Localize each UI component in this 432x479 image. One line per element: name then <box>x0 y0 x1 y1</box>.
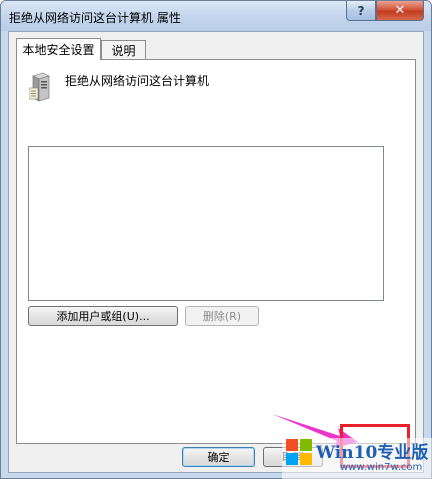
watermark: Win10专业版 www.win7w.com <box>282 438 432 479</box>
tab-label: 说明 <box>111 44 136 58</box>
help-icon: ? <box>357 3 365 18</box>
tab-local-security-setting[interactable]: 本地安全设置 <box>16 38 101 60</box>
button-label: 确定 <box>207 451 230 464</box>
policy-name: 拒绝从网络访问这台计算机 <box>65 74 210 88</box>
close-icon: ✕ <box>394 3 406 18</box>
user-group-list[interactable] <box>28 146 384 301</box>
add-user-or-group-button[interactable]: 添加用户或组(U)... <box>28 306 178 326</box>
watermark-url: www.win7w.com <box>340 462 423 473</box>
properties-dialog: 拒绝从网络访问这台计算机 属性 ? ✕ 本地安全设置 说明 拒绝从网络访问这台计… <box>0 0 432 479</box>
ok-button[interactable]: 确定 <box>182 447 255 467</box>
title-bar[interactable]: 拒绝从网络访问这台计算机 属性 ? ✕ <box>1 1 431 31</box>
tab-panel: 拒绝从网络访问这台计算机 添加用户或组(U)... 删除(R) <box>16 59 416 444</box>
dialog-client-area: 本地安全设置 说明 拒绝从网络访问这台计算机 添加用户或组(U)... 删除(R… <box>8 31 424 473</box>
tab-label: 本地安全设置 <box>22 43 95 57</box>
help-button[interactable]: ? <box>346 1 376 21</box>
button-label: 删除(R) <box>202 310 242 323</box>
watermark-brand: Win10专业版 <box>316 443 429 463</box>
close-button[interactable]: ✕ <box>376 1 424 21</box>
remove-button[interactable]: 删除(R) <box>185 306 259 326</box>
window-title: 拒绝从网络访问这台计算机 属性 <box>9 11 181 25</box>
tab-explain[interactable]: 说明 <box>101 40 146 60</box>
server-policy-icon <box>29 72 50 102</box>
button-label: 添加用户或组(U)... <box>56 310 150 323</box>
windows-logo-icon <box>286 439 312 465</box>
